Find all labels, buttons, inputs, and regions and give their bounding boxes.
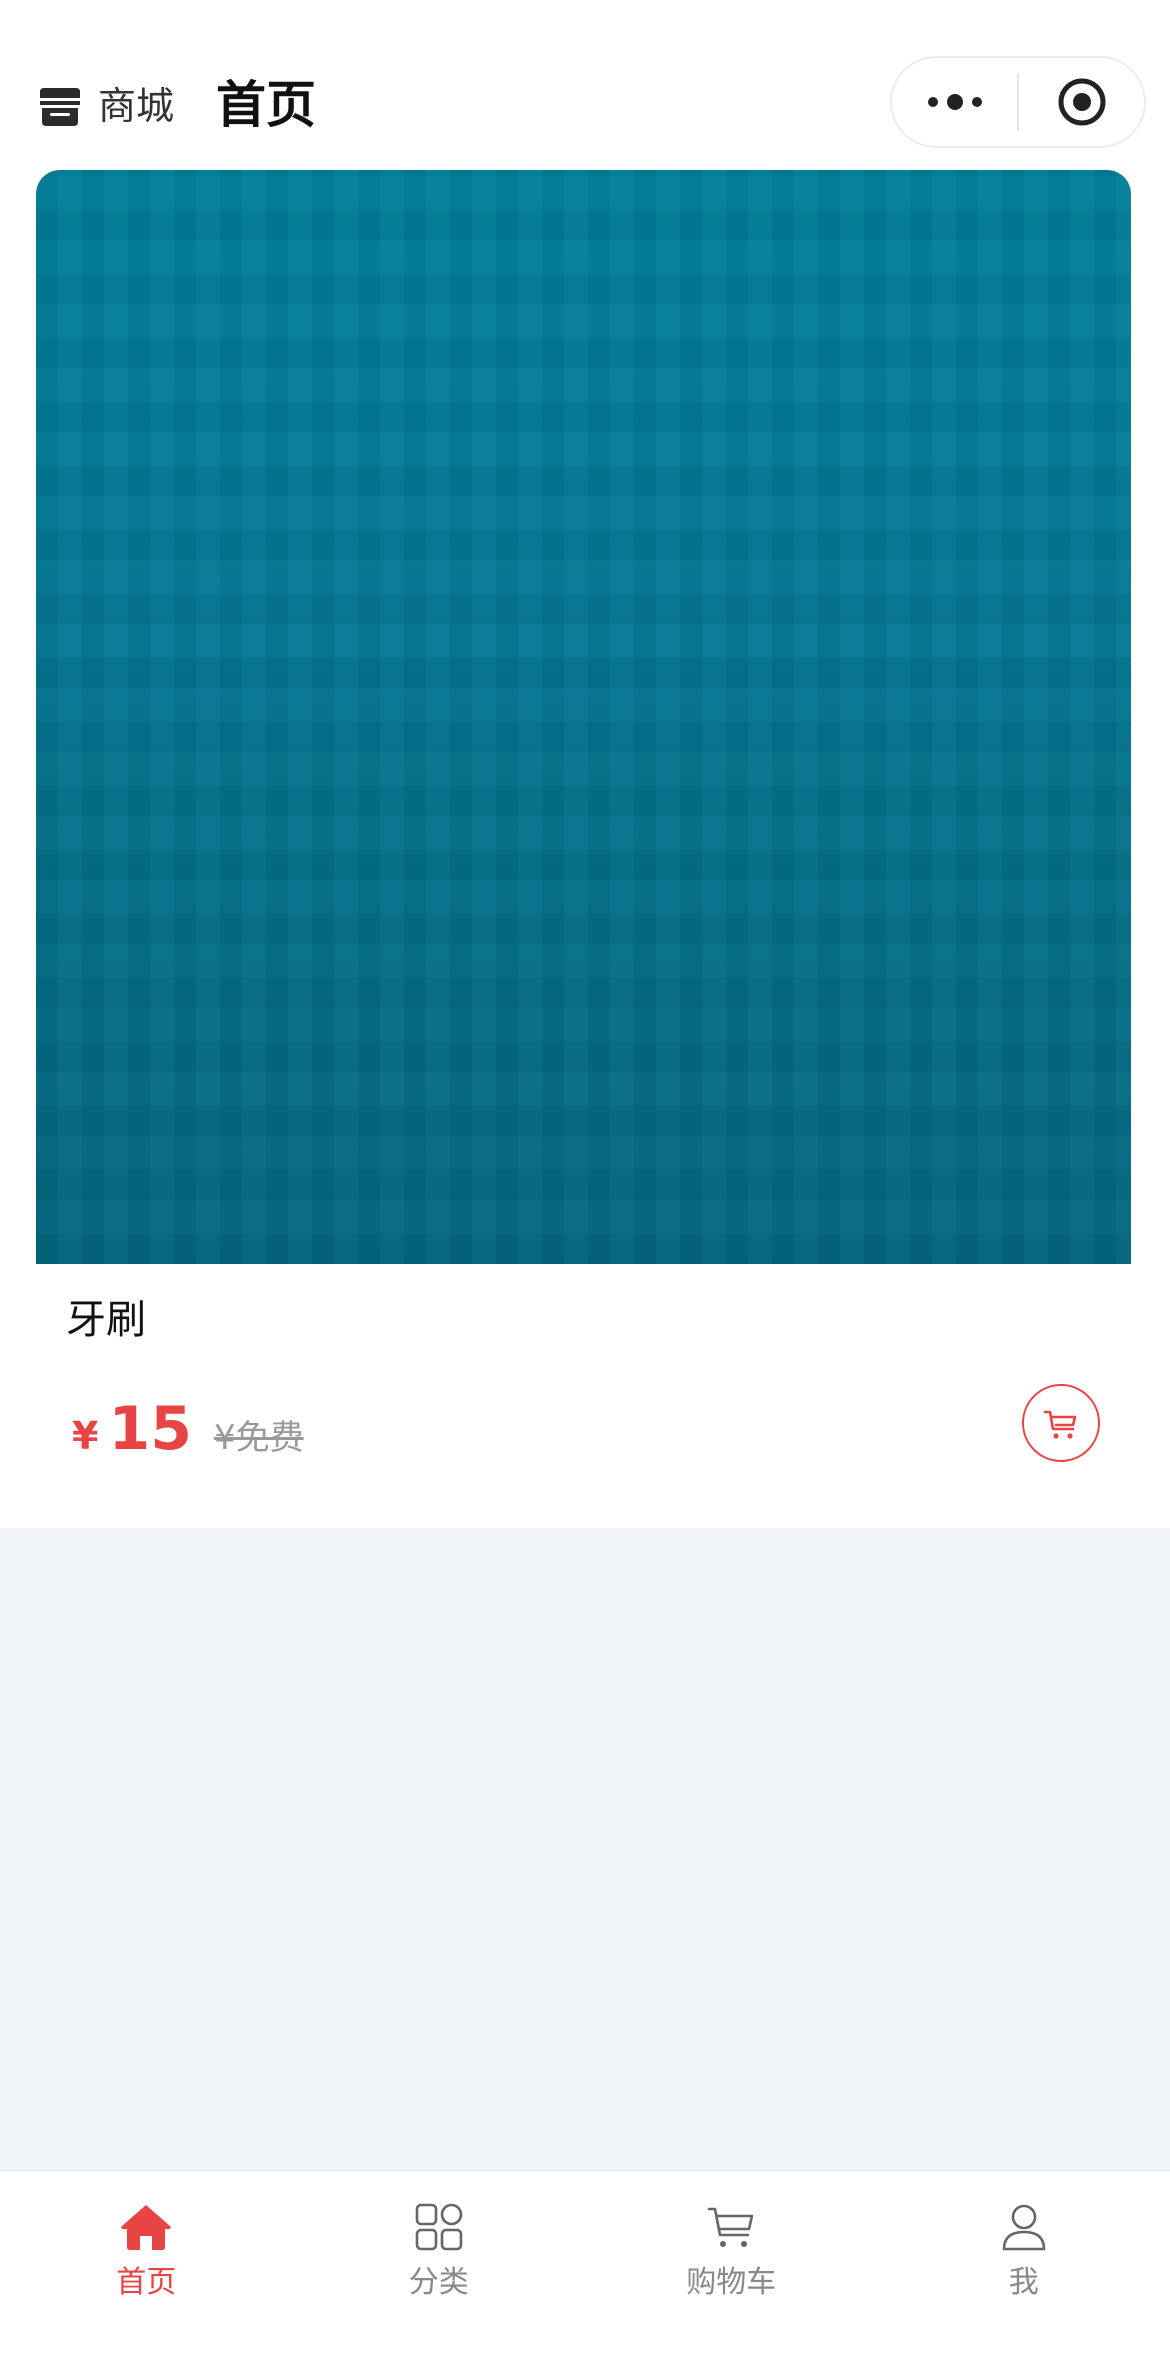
original-price: ¥免费 xyxy=(214,1410,304,1459)
top-navigation-bar: 商城 首页 xyxy=(0,0,1170,170)
add-to-cart-icon xyxy=(1041,1403,1081,1443)
tab-profile-label: 我 xyxy=(878,2263,1170,2303)
product-card[interactable]: 牙刷 ¥ 15 ¥免费 xyxy=(0,170,1170,1528)
category-grid-icon xyxy=(411,2199,467,2255)
price-row: ¥ 15 ¥免费 xyxy=(72,1394,304,1484)
user-icon xyxy=(996,2199,1052,2255)
product-name[interactable]: 牙刷 xyxy=(66,1292,146,1348)
tab-home[interactable]: 首页 xyxy=(0,2171,293,2371)
tab-cart[interactable]: 购物车 xyxy=(585,2171,878,2371)
more-button[interactable] xyxy=(892,58,1017,146)
tab-category[interactable]: 分类 xyxy=(293,2171,586,2371)
more-dots-icon xyxy=(925,92,985,112)
brand-label: 商城 xyxy=(98,78,174,134)
image-texture xyxy=(36,170,1131,1264)
close-button[interactable] xyxy=(1019,58,1144,146)
page-title: 首页 xyxy=(216,72,316,138)
currency-symbol: ¥ xyxy=(72,1414,98,1458)
bottom-tab-bar: 首页 分类 购物车 我 xyxy=(0,2170,1170,2371)
tab-category-label: 分类 xyxy=(293,2263,586,2303)
mini-program-capsule xyxy=(890,56,1146,148)
cart-icon xyxy=(703,2199,759,2255)
tab-cart-label: 购物车 xyxy=(585,2263,878,2303)
add-to-cart-button[interactable] xyxy=(1022,1384,1100,1462)
product-image[interactable] xyxy=(36,170,1131,1264)
product-price: 15 xyxy=(108,1394,192,1464)
store-icon xyxy=(38,84,82,128)
target-circle-icon xyxy=(1056,76,1108,128)
brand-link[interactable]: 商城 xyxy=(38,78,174,134)
home-icon xyxy=(118,2199,174,2255)
tab-profile[interactable]: 我 xyxy=(878,2171,1170,2371)
tab-home-label: 首页 xyxy=(0,2263,293,2303)
